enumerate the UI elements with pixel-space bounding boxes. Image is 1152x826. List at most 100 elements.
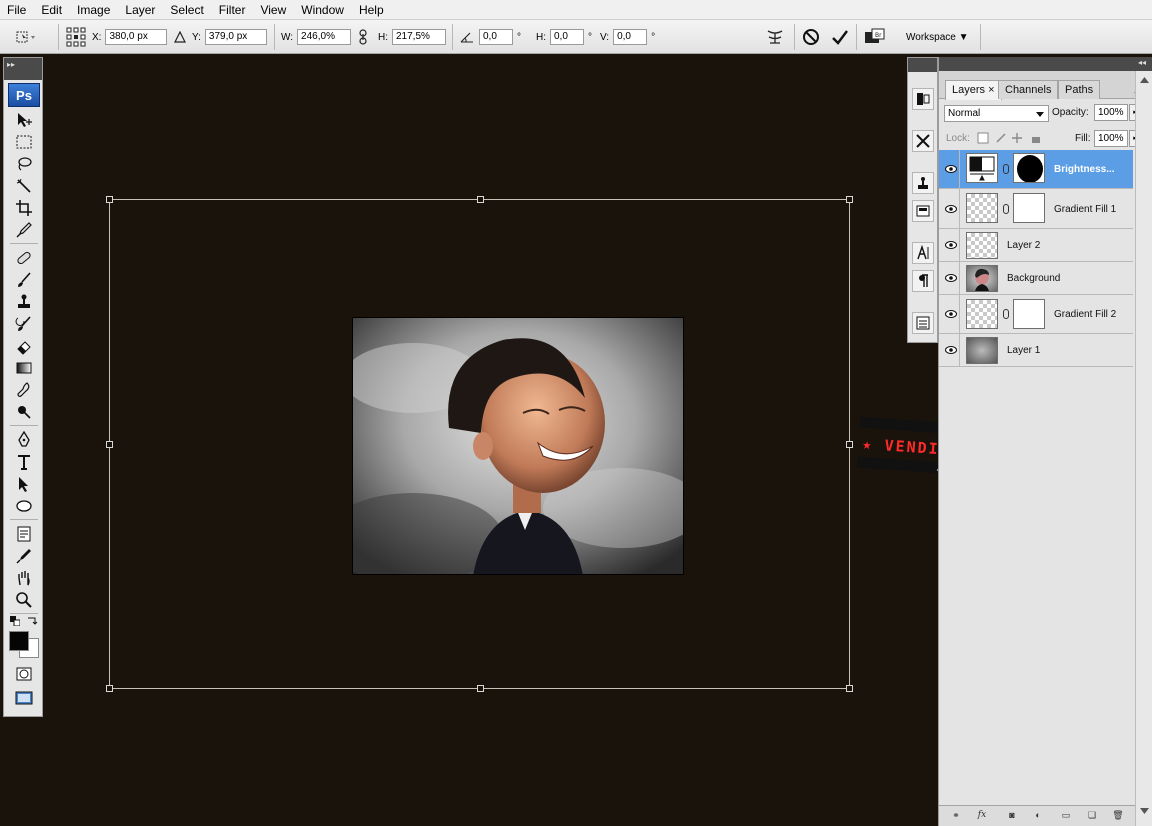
y-position-field[interactable]: 379,0 px xyxy=(204,29,267,45)
mask-link-icon[interactable] xyxy=(1003,164,1009,174)
transform-handle-top-left[interactable] xyxy=(106,196,113,203)
layer-row-gradient-fill-1[interactable]: Gradient Fill 1 xyxy=(939,189,1133,229)
scroll-down-icon[interactable] xyxy=(1140,808,1149,814)
pen-tool[interactable] xyxy=(13,430,35,450)
menu-filter[interactable]: Filter xyxy=(212,0,254,20)
cancel-transform-button[interactable] xyxy=(802,20,820,54)
visibility-toggle[interactable] xyxy=(942,189,960,228)
quick-selection-tool[interactable] xyxy=(13,176,35,196)
photoshop-logo[interactable]: Ps xyxy=(8,83,40,107)
vertical-skew-field[interactable]: 0,0 xyxy=(613,29,648,45)
dock-header[interactable] xyxy=(908,58,937,72)
eyedropper-tool[interactable] xyxy=(13,220,35,240)
clone-stamp-tool[interactable] xyxy=(13,292,35,312)
bridge-button[interactable]: Br xyxy=(864,20,886,54)
reference-point-locator[interactable] xyxy=(66,20,86,54)
visibility-toggle[interactable] xyxy=(942,150,960,188)
mask-link-icon[interactable] xyxy=(1003,204,1009,214)
transform-handle-bottom[interactable] xyxy=(477,685,484,692)
fill-field[interactable]: 100% xyxy=(1094,130,1128,147)
character-panel-button[interactable] xyxy=(912,242,934,264)
tab-paths[interactable]: Paths xyxy=(1058,80,1101,99)
workspace-menu[interactable]: Workspace ▼ xyxy=(906,20,969,54)
layer-row-brightness[interactable]: Brightness... xyxy=(939,150,1133,189)
quick-mask-button[interactable] xyxy=(13,664,35,684)
transform-handle-right[interactable] xyxy=(846,441,853,448)
tab-layers[interactable]: Layers × xyxy=(945,80,1002,100)
transform-handle-bottom-left[interactable] xyxy=(106,685,113,692)
path-selection-tool[interactable] xyxy=(13,474,35,494)
menu-help[interactable]: Help xyxy=(352,0,392,20)
crop-tool[interactable] xyxy=(13,198,35,218)
type-tool[interactable] xyxy=(13,452,35,472)
lock-transparency-icon[interactable] xyxy=(977,132,989,144)
history-panel-button[interactable] xyxy=(912,88,934,110)
brush-tool[interactable] xyxy=(13,270,35,290)
lock-all-icon[interactable] xyxy=(1032,137,1040,143)
notes-tool[interactable] xyxy=(13,524,35,544)
info-panel-button[interactable] xyxy=(912,312,934,334)
scroll-up-icon[interactable] xyxy=(1140,77,1149,83)
visibility-toggle[interactable] xyxy=(942,295,960,333)
link-icon[interactable]: ⚭ xyxy=(949,810,963,822)
transform-handle-left[interactable] xyxy=(106,441,113,448)
lock-image-icon[interactable] xyxy=(996,133,1006,143)
menu-layer[interactable]: Layer xyxy=(118,0,163,20)
group-icon[interactable]: ▭ xyxy=(1059,810,1073,822)
new-layer-icon[interactable]: ❏ xyxy=(1085,810,1099,822)
menu-file[interactable]: File xyxy=(0,0,34,20)
tab-channels[interactable]: Channels xyxy=(998,80,1059,99)
screen-mode-button[interactable] xyxy=(13,688,35,708)
transform-handle-bottom-right[interactable] xyxy=(846,685,853,692)
actions-panel-button[interactable] xyxy=(912,130,934,152)
gradient-tool[interactable] xyxy=(13,358,35,378)
maintain-aspect-ratio-button[interactable] xyxy=(358,20,368,54)
paragraph-panel-button[interactable] xyxy=(912,270,934,292)
visibility-toggle[interactable] xyxy=(942,262,960,294)
fx-icon[interactable]: fx xyxy=(975,810,989,822)
foreground-color-swatch[interactable] xyxy=(9,631,29,651)
commit-transform-button[interactable] xyxy=(831,20,849,54)
tool-preset-picker[interactable] xyxy=(14,20,36,54)
eraser-tool[interactable] xyxy=(13,336,35,356)
blur-tool[interactable] xyxy=(13,380,35,400)
menu-edit[interactable]: Edit xyxy=(34,0,70,20)
dodge-tool[interactable] xyxy=(13,402,35,422)
adjustment-icon[interactable]: ◐ xyxy=(1031,810,1045,822)
hand-tool[interactable] xyxy=(13,568,35,588)
panel-header[interactable]: ◂◂ xyxy=(939,57,1152,71)
warp-mode-button[interactable] xyxy=(766,20,784,54)
toolbox-header[interactable]: ▸▸ xyxy=(4,58,42,80)
mask-icon[interactable]: ◙ xyxy=(1005,810,1019,822)
opacity-field[interactable]: 100% xyxy=(1094,104,1128,121)
marquee-tool[interactable] xyxy=(13,132,35,152)
layer-row-background[interactable]: Background xyxy=(939,262,1133,295)
x-position-field[interactable]: 380,0 px xyxy=(105,29,168,45)
default-colors-button[interactable] xyxy=(10,616,21,627)
swap-colors-button[interactable] xyxy=(26,616,38,626)
height-field[interactable]: 217,5% xyxy=(392,29,446,45)
layer-row-gradient-fill-2[interactable]: Gradient Fill 2 xyxy=(939,295,1133,334)
layer-comps-panel-button[interactable] xyxy=(912,200,934,222)
lock-options[interactable] xyxy=(977,132,1043,144)
menu-select[interactable]: Select xyxy=(163,0,211,20)
layer-row-layer-1[interactable]: Layer 1 xyxy=(939,334,1133,367)
healing-brush-tool[interactable] xyxy=(13,248,35,268)
width-field[interactable]: 246,0% xyxy=(297,29,352,45)
blend-mode-select[interactable]: Normal xyxy=(944,105,1049,122)
lock-position-icon[interactable] xyxy=(1012,133,1022,143)
panel-scrollbar[interactable] xyxy=(1135,71,1152,826)
rotate-angle-field[interactable]: 0,0 xyxy=(479,29,513,45)
lasso-tool[interactable] xyxy=(13,154,35,174)
menu-image[interactable]: Image xyxy=(70,0,118,20)
visibility-toggle[interactable] xyxy=(942,334,960,366)
menu-window[interactable]: Window xyxy=(294,0,352,20)
trash-icon[interactable]: 🗑 xyxy=(1111,810,1125,822)
menu-view[interactable]: View xyxy=(253,0,294,20)
eyedropper-sample-tool[interactable] xyxy=(13,546,35,566)
zoom-tool[interactable] xyxy=(13,590,35,610)
horizontal-skew-field[interactable]: 0,0 xyxy=(550,29,584,45)
clone-source-panel-button[interactable] xyxy=(912,172,934,194)
transform-handle-top[interactable] xyxy=(477,196,484,203)
shape-tool[interactable] xyxy=(13,496,35,516)
